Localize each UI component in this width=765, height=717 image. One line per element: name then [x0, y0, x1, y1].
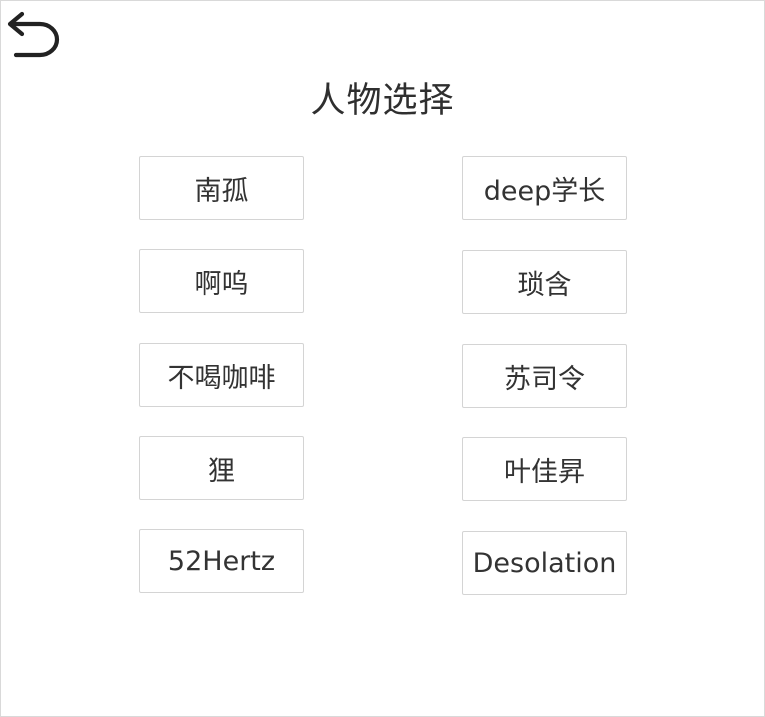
character-option-awu[interactable]: 啊呜: [139, 249, 304, 313]
character-option-deep-xuezhang[interactable]: deep学长: [462, 156, 627, 220]
undo-arrow-icon: [5, 9, 61, 59]
character-option-nangu[interactable]: 南孤: [139, 156, 304, 220]
character-option-desolation[interactable]: Desolation: [462, 531, 627, 595]
character-option-su-siling[interactable]: 苏司令: [462, 344, 627, 408]
character-option-52hertz[interactable]: 52Hertz: [139, 529, 304, 593]
back-button[interactable]: [5, 9, 61, 59]
character-option-li[interactable]: 狸: [139, 436, 304, 500]
character-option-suohan[interactable]: 琐含: [462, 250, 627, 314]
character-option-ye-jiasheng[interactable]: 叶佳昇: [462, 437, 627, 501]
page-title: 人物选择: [310, 81, 455, 121]
character-select-screen: 人物选择 南孤 啊呜 不喝咖啡 狸 52Hertz deep学长 琐含 苏司令 …: [0, 0, 765, 717]
character-option-buhe-kafei[interactable]: 不喝咖啡: [139, 343, 304, 407]
